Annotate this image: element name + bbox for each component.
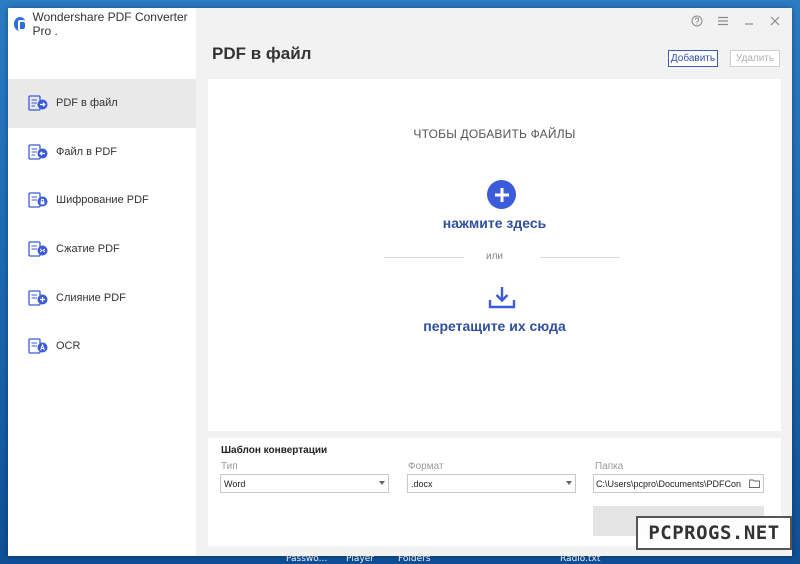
add-button[interactable]: Добавить	[668, 50, 718, 67]
sidebar-item-label: PDF в файл	[56, 97, 118, 110]
download-tray-icon	[488, 287, 516, 309]
folder-icon[interactable]	[749, 479, 760, 488]
close-icon[interactable]	[768, 14, 782, 28]
sidebar-item-label: Файл в PDF	[56, 145, 117, 158]
delete-button[interactable]: Удалить	[730, 50, 780, 67]
drop-zone-heading: ЧТОБЫ ДОБАВИТЬ ФАЙЛЫ	[413, 127, 576, 141]
chevron-down-icon	[566, 481, 572, 485]
chevron-down-icon	[379, 481, 385, 485]
menu-icon[interactable]	[716, 14, 730, 28]
sidebar-item-label: Сжатие PDF	[56, 243, 120, 256]
encrypt-pdf-icon	[28, 192, 48, 209]
sidebar-item-label: Слияние PDF	[56, 291, 126, 304]
sidebar-item-encrypt-pdf[interactable]: Шифрование PDF	[8, 176, 196, 225]
click-here-link[interactable]: нажмите здесь	[208, 215, 781, 231]
file-to-pdf-icon	[28, 144, 48, 160]
compress-pdf-icon	[28, 241, 48, 257]
sidebar-item-compress-pdf[interactable]: Сжатие PDF	[8, 225, 196, 274]
window-controls	[690, 14, 782, 28]
sidebar: Wondershare PDF Converter Pro . PDF в фа…	[8, 8, 196, 556]
drag-here-label: перетащите их сюда	[423, 318, 566, 334]
folder-path-field[interactable]: C:\Users\pcpro\Documents\PDFCon	[593, 474, 764, 493]
type-select[interactable]: Word	[220, 474, 389, 493]
sidebar-item-pdf-to-file[interactable]: PDF в файл	[8, 79, 196, 128]
sidebar-item-label: OCR	[56, 340, 81, 353]
template-title: Шаблон конвертации	[221, 445, 328, 456]
add-file-plus-icon[interactable]	[487, 180, 516, 209]
drop-zone[interactable]: ЧТОБЫ ДОБАВИТЬ ФАЙЛЫ нажмите здесь или п…	[208, 79, 781, 431]
app-title: Wondershare PDF Converter Pro .	[32, 10, 188, 38]
ocr-icon	[28, 338, 48, 354]
sidebar-item-label: Шифрование PDF	[56, 194, 149, 207]
format-label: Формат	[408, 461, 444, 472]
app-logo-icon	[14, 17, 28, 31]
help-icon[interactable]	[690, 14, 704, 28]
app-window: Wondershare PDF Converter Pro . PDF в фа…	[8, 8, 792, 556]
app-title-bar: Wondershare PDF Converter Pro .	[14, 10, 196, 38]
type-value: Word	[224, 478, 246, 489]
sidebar-item-file-to-pdf[interactable]: Файл в PDF	[8, 128, 196, 177]
pdf-to-file-icon	[28, 95, 48, 111]
merge-pdf-icon	[28, 290, 48, 306]
folder-label: Папка	[595, 461, 624, 472]
sidebar-item-ocr[interactable]: OCR	[8, 322, 196, 371]
minimize-icon[interactable]	[742, 14, 756, 28]
format-select[interactable]: .docx	[407, 474, 576, 493]
sidebar-nav: PDF в файл Файл в PDF Шифрование PDF Сжа…	[8, 79, 196, 371]
watermark: PCPROGS.NET	[636, 516, 792, 550]
folder-path-value: C:\Users\pcpro\Documents\PDFCon	[596, 478, 742, 489]
or-label: или	[485, 251, 503, 262]
sidebar-item-merge-pdf[interactable]: Слияние PDF	[8, 273, 196, 322]
page-title: PDF в файл	[212, 44, 312, 63]
type-label: Тип	[221, 461, 238, 472]
format-value: .docx	[411, 478, 433, 489]
